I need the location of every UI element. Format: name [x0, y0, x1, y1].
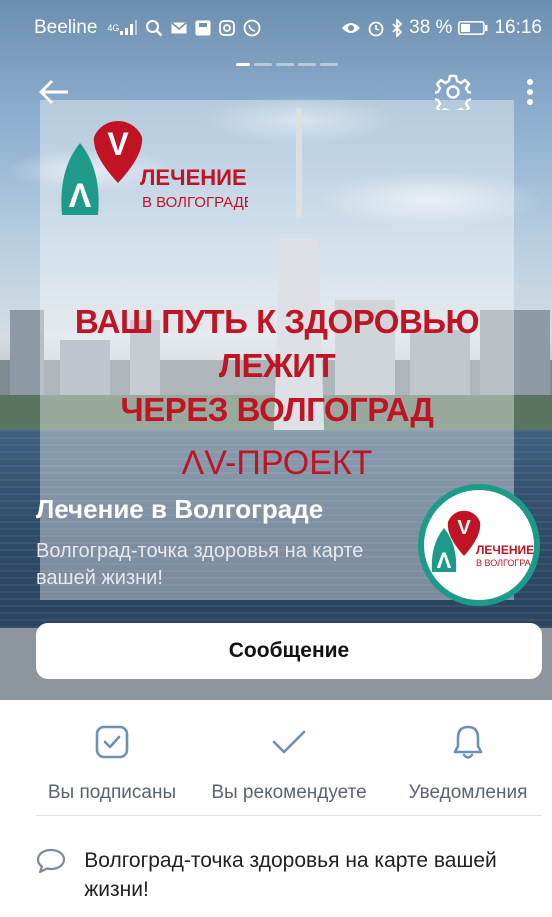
save-notification-icon: [195, 20, 211, 36]
notifications-action[interactable]: Уведомления: [398, 722, 538, 804]
group-actions: Вы подписаны Вы рекомендуете Уведомления: [0, 700, 552, 816]
back-button[interactable]: [32, 70, 76, 114]
speech-bubble-icon: [36, 848, 66, 874]
bell-icon: [453, 725, 483, 759]
subscribed-action[interactable]: Вы подписаны: [42, 722, 182, 804]
recommend-action[interactable]: Вы рекомендуете: [204, 722, 374, 804]
headline-line-1: ВАШ ПУТЬ К ЗДОРОВЬЮ: [74, 303, 480, 340]
clock: 16:16: [494, 17, 542, 38]
arrow-left-icon: [39, 79, 68, 105]
notifications-label: Уведомления: [408, 782, 528, 803]
group-status-text: Волгоград-точка здоровья на карте вашей …: [36, 540, 364, 589]
signal-icon: 4G: [105, 20, 138, 36]
viber-icon: [243, 19, 261, 37]
status-bar: Beeline 4G 38 % 16:16: [0, 0, 552, 56]
search-icon: [145, 19, 163, 37]
cover-subline: ΛV-ПРОЕКТ: [181, 444, 373, 482]
cover-pager: [236, 63, 338, 66]
group-title: Лечение в Волгограде: [36, 494, 324, 524]
checkmark-icon: [272, 730, 306, 754]
mail-icon: [171, 22, 187, 34]
headline-line-2: ЛЕЖИТ: [218, 347, 336, 384]
group-status-row: Волгоград-точка здоровья на карте вашей …: [36, 846, 542, 904]
battery-percent: 38 %: [409, 17, 453, 38]
eye-icon: [341, 21, 361, 35]
logo-mark: Λ V ЛЕЧЕНИЕ В ВОЛГОГРАДЕ: [61, 120, 254, 215]
svg-text:V: V: [457, 517, 471, 539]
avatar-logo: Λ V ЛЕЧЕНИЕ В ВОЛГОГРАДЕ: [431, 510, 534, 573]
subscribed-label: Вы подписаны: [47, 782, 177, 803]
avatar[interactable]: Λ V ЛЕЧЕНИЕ В ВОЛГОГРАДЕ: [418, 484, 540, 606]
gear-icon: [435, 74, 471, 110]
message-button[interactable]: Сообщение: [36, 623, 542, 679]
brand-logo: Λ V ЛЕЧЕНИЕ В ВОЛГОГРАДЕ: [58, 115, 254, 225]
svg-text:Λ: Λ: [437, 548, 452, 573]
bluetooth-icon: [391, 19, 403, 37]
avatar-text-line1: ЛЕЧЕНИЕ: [476, 543, 534, 557]
instagram-icon: [219, 20, 236, 36]
settings-button[interactable]: [431, 70, 475, 114]
alarm-icon: [367, 19, 385, 37]
status-description: Волгоград-точка здоровья на карте вашей …: [84, 849, 497, 901]
carrier-name: Beeline: [34, 17, 98, 38]
avatar-text-line2: В ВОЛГОГРАДЕ: [476, 558, 534, 568]
divider: [36, 815, 542, 816]
logo-text-line1: ЛЕЧЕНИЕ: [140, 165, 247, 190]
headline-line-3: ЧЕРЕЗ ВОЛГОГРАД: [120, 391, 434, 428]
cover-headline: ВАШ ПУТЬ К ЗДОРОВЬЮ ЛЕЖИТ ЧЕРЕЗ ВОЛГОГРА…: [40, 300, 514, 432]
svg-text:Λ: Λ: [69, 177, 92, 215]
svg-text:V: V: [107, 126, 129, 162]
battery-icon: [458, 21, 488, 35]
logo-text-line2: В ВОЛГОГРАДЕ: [142, 194, 248, 211]
recommend-label: Вы рекомендуете: [211, 782, 367, 803]
checkbox-checked-icon: [95, 725, 129, 759]
more-button[interactable]: [508, 70, 552, 114]
more-vertical-icon: [527, 79, 533, 105]
